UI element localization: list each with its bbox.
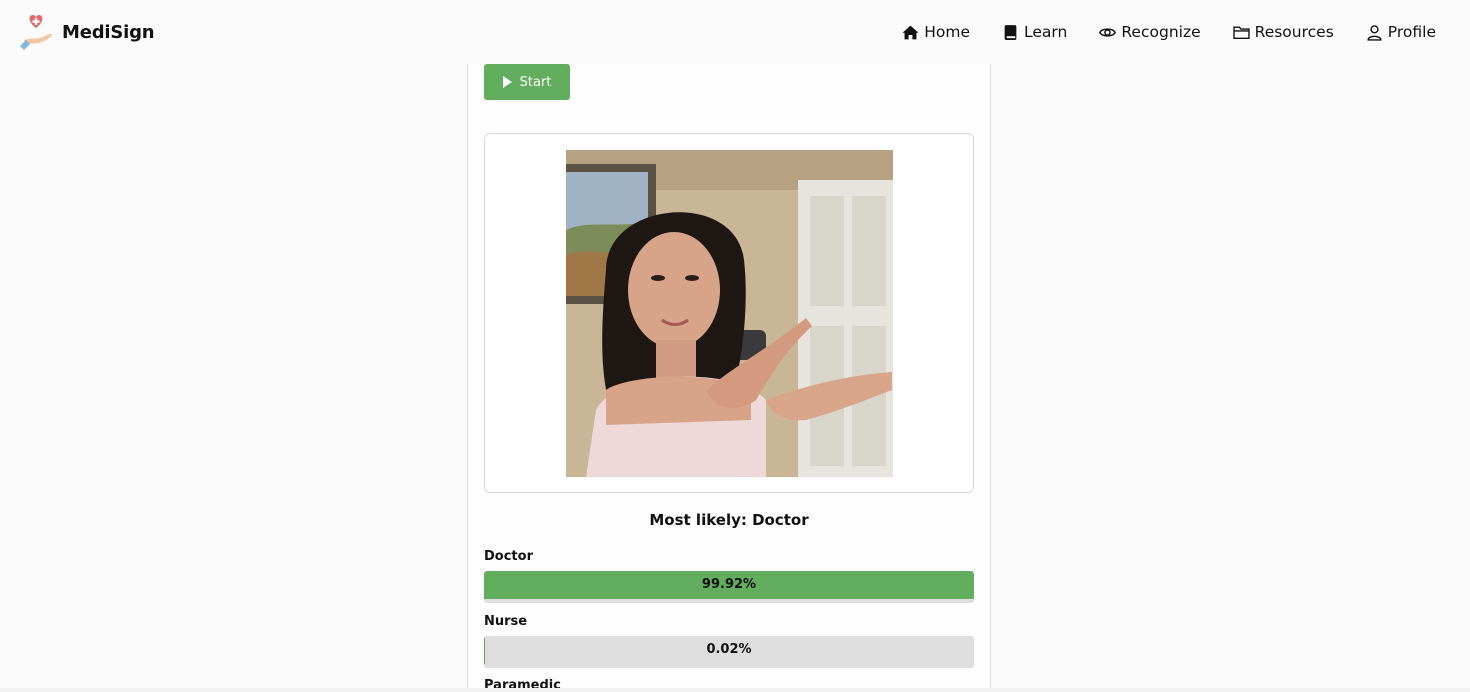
nav-recognize-label: Recognize: [1121, 23, 1201, 41]
folder-icon: [1232, 25, 1250, 39]
nav-learn-label: Learn: [1024, 23, 1068, 41]
user-icon: [1367, 24, 1382, 41]
nav-home[interactable]: Home: [902, 23, 970, 41]
prediction-label-nurse: Nurse: [484, 614, 528, 629]
home-icon: [902, 25, 919, 39]
top-navigation-bar: MediSign Home Learn Recognize Resources …: [0, 0, 1470, 64]
video-card: [484, 133, 974, 493]
brand[interactable]: MediSign: [18, 12, 155, 52]
nav-profile-label: Profile: [1387, 23, 1436, 41]
medisign-logo-icon: [20, 15, 52, 50]
eye-icon: [1099, 27, 1117, 37]
brand-name: MediSign: [62, 21, 155, 43]
webcam-video-feed: [566, 150, 893, 477]
nav-resources-label: Resources: [1254, 23, 1334, 41]
nav-profile[interactable]: Profile: [1366, 23, 1436, 41]
webcam-frame-image: [566, 150, 893, 477]
start-button-label: Start: [519, 74, 552, 90]
book-icon: [1004, 24, 1017, 40]
nav-home-label: Home: [924, 23, 971, 41]
recognition-panel: Start Most likely: Doctor Doctor 99.92% …: [467, 64, 991, 692]
prediction-bar-doctor: 99.92%: [484, 571, 974, 603]
prediction-value-doctor: 99.92%: [701, 577, 757, 592]
play-icon: [502, 76, 512, 88]
nav-learn[interactable]: Learn: [1002, 23, 1067, 41]
prediction-value-nurse: 0.02%: [706, 642, 752, 657]
result-title: Most likely: Doctor: [649, 511, 809, 529]
prediction-label-doctor: Doctor: [484, 549, 533, 564]
nav-recognize[interactable]: Recognize: [1099, 23, 1201, 41]
bottom-edge: [0, 688, 1470, 692]
nav-resources[interactable]: Resources: [1232, 23, 1334, 41]
prediction-bar-nurse: 0.02%: [484, 636, 974, 668]
main-nav: Home Learn Recognize Resources Profile: [902, 23, 1436, 41]
start-button[interactable]: Start: [484, 64, 570, 100]
